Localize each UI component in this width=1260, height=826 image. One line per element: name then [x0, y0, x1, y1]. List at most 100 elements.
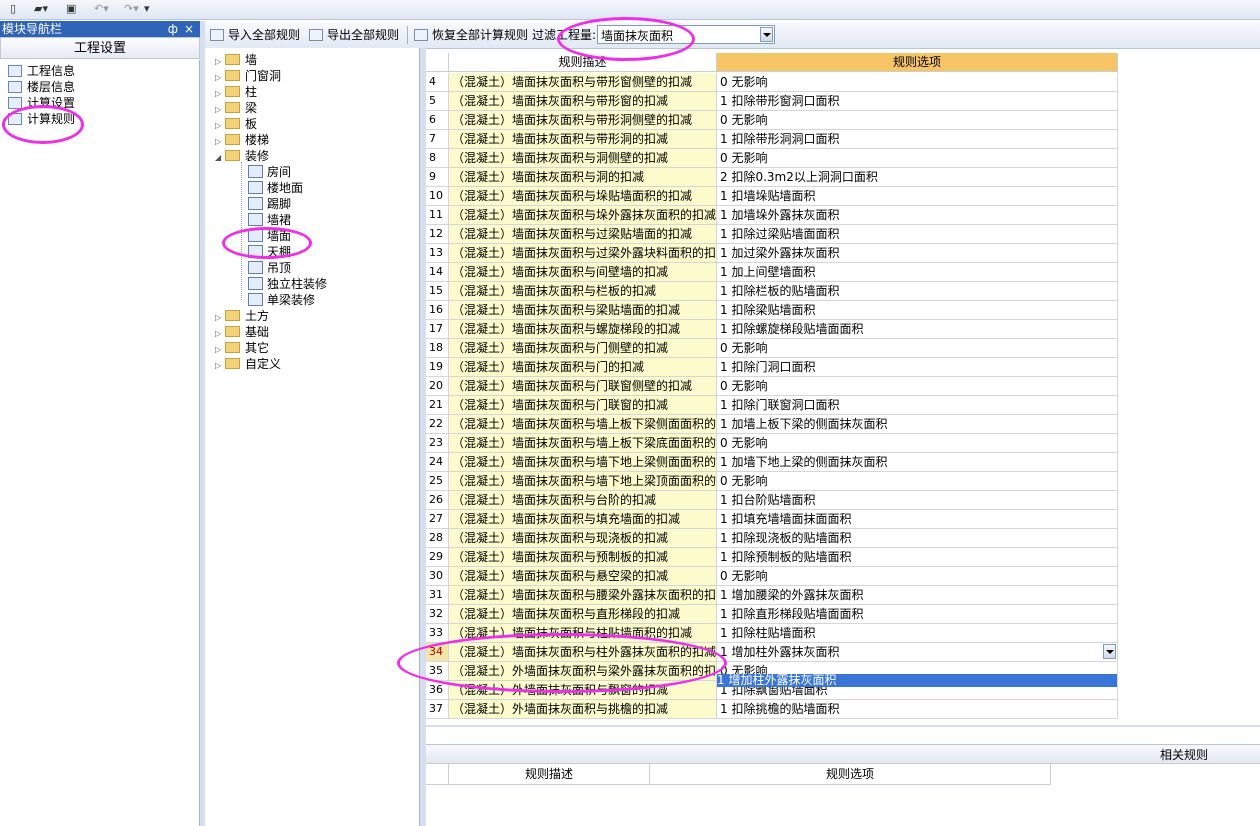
filter-quantity-select[interactable]: 墙面抹灰面积 — [597, 25, 775, 44]
chevron-down-icon[interactable] — [1103, 644, 1116, 659]
new-file-icon[interactable]: ▯ — [10, 2, 16, 16]
rule-option-cell[interactable]: 1 扣除螺旋梯段贴墙面面积 — [717, 320, 1118, 339]
tree-folder-2[interactable]: ▷ 柱 — [215, 84, 257, 100]
table-row[interactable]: 30 （混凝土）墙面抹灰面积与悬空梁的扣减 0 无影响 — [426, 567, 1118, 586]
rule-option-cell[interactable]: 0 无影响 — [717, 434, 1118, 453]
table-row[interactable]: 11 （混凝土）墙面抹灰面积与垛外露抹灰面积的扣减 1 加墙垛外露抹灰面积 — [426, 206, 1118, 225]
rule-option-cell[interactable]: 0 无影响 — [717, 472, 1118, 491]
open-folder-icon[interactable]: ▰▾ — [34, 2, 48, 16]
expand-arrow-icon[interactable]: ▷ — [215, 358, 225, 374]
tree-leaf-4[interactable]: 墙面 — [248, 228, 291, 244]
table-row[interactable]: 20 （混凝土）墙面抹灰面积与门联窗侧壁的扣减 0 无影响 — [426, 377, 1118, 396]
dropdown-option-selected[interactable]: 1 增加柱外露抹灰面积 — [717, 674, 1117, 687]
grid-divider[interactable] — [426, 725, 1260, 727]
rule-option-cell[interactable]: 1 扣除栏板的贴墙面积 — [717, 282, 1118, 301]
redo-icon[interactable]: ↷▾ — [124, 2, 139, 16]
table-row[interactable]: 31 （混凝土）墙面抹灰面积与腰梁外露抹灰面积的扣 1 增加腰梁的外露抹灰面积 — [426, 586, 1118, 605]
tree-folder-bottom-0[interactable]: ▷ 土方 — [215, 308, 269, 324]
table-row[interactable]: 10 （混凝土）墙面抹灰面积与垛贴墙面积的扣减 1 扣墙垛贴墙面积 — [426, 187, 1118, 206]
rule-option-cell[interactable]: 1 加过梁外露抹灰面积 — [717, 244, 1118, 263]
table-row[interactable]: 7 （混凝土）墙面抹灰面积与带形洞的扣减 1 扣除带形洞洞口面积 — [426, 130, 1118, 149]
rule-option-cell[interactable]: 0 无影响 — [717, 567, 1118, 586]
table-row[interactable]: 8 （混凝土）墙面抹灰面积与洞侧壁的扣减 0 无影响 — [426, 149, 1118, 168]
customize-toolbar-icon[interactable]: ▾ — [144, 2, 150, 16]
rule-option-cell[interactable]: 1 扣除门洞口面积 — [717, 358, 1118, 377]
nav-item-project-info[interactable]: 工程信息 — [8, 63, 75, 79]
save-icon[interactable]: ▣ — [66, 2, 76, 16]
rule-option-cell[interactable]: 1 扣墙垛贴墙面积 — [717, 187, 1118, 206]
rule-option-cell[interactable]: 0 无影响 — [717, 339, 1118, 358]
rule-option-cell[interactable]: 1 加墙下地上梁的侧面抹灰面积 — [717, 453, 1118, 472]
tree-folder-4[interactable]: ▷ 板 — [215, 116, 257, 132]
collapse-arrow-icon[interactable]: ◢ — [215, 150, 225, 166]
rule-option-cell[interactable]: 1 扣除现浇板的贴墙面积 — [717, 529, 1118, 548]
table-row[interactable]: 5 （混凝土）墙面抹灰面积与带形窗的扣减 1 扣除带形窗洞口面积 — [426, 92, 1118, 111]
tree-leaf-5[interactable]: 天棚 — [248, 244, 291, 260]
tree-folder-bottom-2[interactable]: ▷ 其它 — [215, 340, 269, 356]
table-row[interactable]: 34 （混凝土）墙面抹灰面积与柱外露抹灰面积的扣减 1 增加柱外露抹灰面积 — [426, 643, 1118, 662]
rule-option-cell[interactable]: 0 无影响 — [717, 149, 1118, 168]
rule-option-cell[interactable]: 0 无影响 — [717, 73, 1118, 92]
rule-option-cell[interactable]: 1 扣除柱贴墙面积 — [717, 624, 1118, 643]
table-row[interactable]: 16 （混凝土）墙面抹灰面积与梁贴墙面的扣减 1 扣除梁贴墙面积 — [426, 301, 1118, 320]
table-row[interactable]: 27 （混凝土）墙面抹灰面积与填充墙面的扣减 1 扣填充墙墙面抹面面积 — [426, 510, 1118, 529]
nav-item-calc-rules[interactable]: 计算规则 — [8, 111, 76, 127]
undo-icon[interactable]: ↶▾ — [94, 2, 109, 16]
tree-folder-bottom-3[interactable]: ▷ 自定义 — [215, 356, 281, 372]
table-row[interactable]: 25 （混凝土）墙面抹灰面积与墙下地上梁顶面面积的 0 无影响 — [426, 472, 1118, 491]
table-row[interactable]: 24 （混凝土）墙面抹灰面积与墙下地上梁侧面面积的 1 加墙下地上梁的侧面抹灰面积 — [426, 453, 1118, 472]
rule-option-cell[interactable]: 1 扣除过梁贴墙面面积 — [717, 225, 1118, 244]
rule-option-cell[interactable]: 0 无影响 — [717, 377, 1118, 396]
tree-folder-decor[interactable]: ◢ 装修 — [215, 148, 269, 164]
rule-option-cell[interactable]: 1 增加柱外露抹灰面积 — [717, 643, 1118, 662]
table-row[interactable]: 19 （混凝土）墙面抹灰面积与门的扣减 1 扣除门洞口面积 — [426, 358, 1118, 377]
table-row[interactable]: 4 （混凝土）墙面抹灰面积与带形窗侧壁的扣减 0 无影响 — [426, 73, 1118, 92]
rule-option-cell[interactable]: 1 扣除带形窗洞口面积 — [717, 92, 1118, 111]
grid-header-desc[interactable]: 规则描述 — [449, 53, 717, 72]
rule-option-cell[interactable]: 2 扣除0.3m2以上洞洞口面积 — [717, 168, 1118, 187]
chevron-down-icon[interactable] — [760, 27, 773, 42]
rule-option-cell[interactable]: 1 扣除预制板的贴墙面积 — [717, 548, 1118, 567]
nav-item-floor-info[interactable]: 楼层信息 — [8, 79, 75, 95]
table-row[interactable]: 6 （混凝土）墙面抹灰面积与带形洞侧壁的扣减 0 无影响 — [426, 111, 1118, 130]
pin-icon[interactable]: ф — [168, 21, 178, 37]
table-row[interactable]: 26 （混凝土）墙面抹灰面积与台阶的扣减 1 扣台阶贴墙面积 — [426, 491, 1118, 510]
table-row[interactable]: 23 （混凝土）墙面抹灰面积与墙上板下梁底面面积的 0 无影响 — [426, 434, 1118, 453]
rule-option-cell[interactable]: 1 加上间壁墙面积 — [717, 263, 1118, 282]
tree-leaf-2[interactable]: 踢脚 — [248, 196, 291, 212]
table-row[interactable]: 37 （混凝土）外墙面抹灰面积与挑檐的扣减 1 扣除挑檐的贴墙面积 — [426, 700, 1118, 719]
rule-option-cell[interactable]: 1 扣台阶贴墙面积 — [717, 491, 1118, 510]
nav-group-project-settings[interactable]: 工程设置 — [0, 37, 200, 59]
rule-option-cell[interactable]: 1 加墙垛外露抹灰面积 — [717, 206, 1118, 225]
tree-leaf-7[interactable]: 独立柱装修 — [248, 276, 327, 292]
rule-option-cell[interactable]: 1 扣除带形洞洞口面积 — [717, 130, 1118, 149]
rule-option-cell[interactable]: 1 加墙上板下梁的侧面抹灰面积 — [717, 415, 1118, 434]
tree-leaf-0[interactable]: 房间 — [248, 164, 291, 180]
export-rules-button[interactable]: 导出全部规则 — [309, 26, 399, 44]
table-row[interactable]: 15 （混凝土）墙面抹灰面积与栏板的扣减 1 扣除栏板的贴墙面积 — [426, 282, 1118, 301]
rule-option-cell[interactable]: 1 扣填充墙墙面抹面面积 — [717, 510, 1118, 529]
table-row[interactable]: 9 （混凝土）墙面抹灰面积与洞的扣减 2 扣除0.3m2以上洞洞口面积 — [426, 168, 1118, 187]
tree-leaf-6[interactable]: 吊顶 — [248, 260, 291, 276]
tree-leaf-3[interactable]: 墙裙 — [248, 212, 291, 228]
table-row[interactable]: 13 （混凝土）墙面抹灰面积与过梁外露块料面积的扣 1 加过梁外露抹灰面积 — [426, 244, 1118, 263]
tree-folder-0[interactable]: ▷ 墙 — [215, 52, 257, 68]
table-row[interactable]: 14 （混凝土）墙面抹灰面积与间壁墙的扣减 1 加上间壁墙面积 — [426, 263, 1118, 282]
table-row[interactable]: 33 （混凝土）墙面抹灰面积与柱贴墙面积的扣减 1 扣除柱贴墙面积 — [426, 624, 1118, 643]
tree-folder-3[interactable]: ▷ 梁 — [215, 100, 257, 116]
table-row[interactable]: 21 （混凝土）墙面抹灰面积与门联窗的扣减 1 扣除门联窗洞口面积 — [426, 396, 1118, 415]
rule-option-cell[interactable]: 1 扣除门联窗洞口面积 — [717, 396, 1118, 415]
restore-rules-button[interactable]: 恢复全部计算规则 — [414, 26, 528, 44]
table-row[interactable]: 28 （混凝土）墙面抹灰面积与现浇板的扣减 1 扣除现浇板的贴墙面积 — [426, 529, 1118, 548]
rule-option-cell[interactable]: 1 扣除直形梯段贴墙面面积 — [717, 605, 1118, 624]
table-row[interactable]: 12 （混凝土）墙面抹灰面积与过梁贴墙面的扣减 1 扣除过梁贴墙面面积 — [426, 225, 1118, 244]
tree-folder-5[interactable]: ▷ 楼梯 — [215, 132, 269, 148]
import-rules-button[interactable]: 导入全部规则 — [210, 26, 300, 44]
rule-option-cell[interactable]: 1 扣除挑檐的贴墙面积 — [717, 700, 1118, 719]
rule-option-cell[interactable]: 1 增加腰梁的外露抹灰面积 — [717, 586, 1118, 605]
table-row[interactable]: 17 （混凝土）墙面抹灰面积与螺旋梯段的扣减 1 扣除螺旋梯段贴墙面面积 — [426, 320, 1118, 339]
table-row[interactable]: 22 （混凝土）墙面抹灰面积与墙上板下梁侧面面积的 1 加墙上板下梁的侧面抹灰面积 — [426, 415, 1118, 434]
related-header-option[interactable]: 规则选项 — [650, 764, 1051, 785]
tree-folder-bottom-1[interactable]: ▷ 基础 — [215, 324, 269, 340]
table-row[interactable]: 18 （混凝土）墙面抹灰面积与门侧壁的扣减 0 无影响 — [426, 339, 1118, 358]
